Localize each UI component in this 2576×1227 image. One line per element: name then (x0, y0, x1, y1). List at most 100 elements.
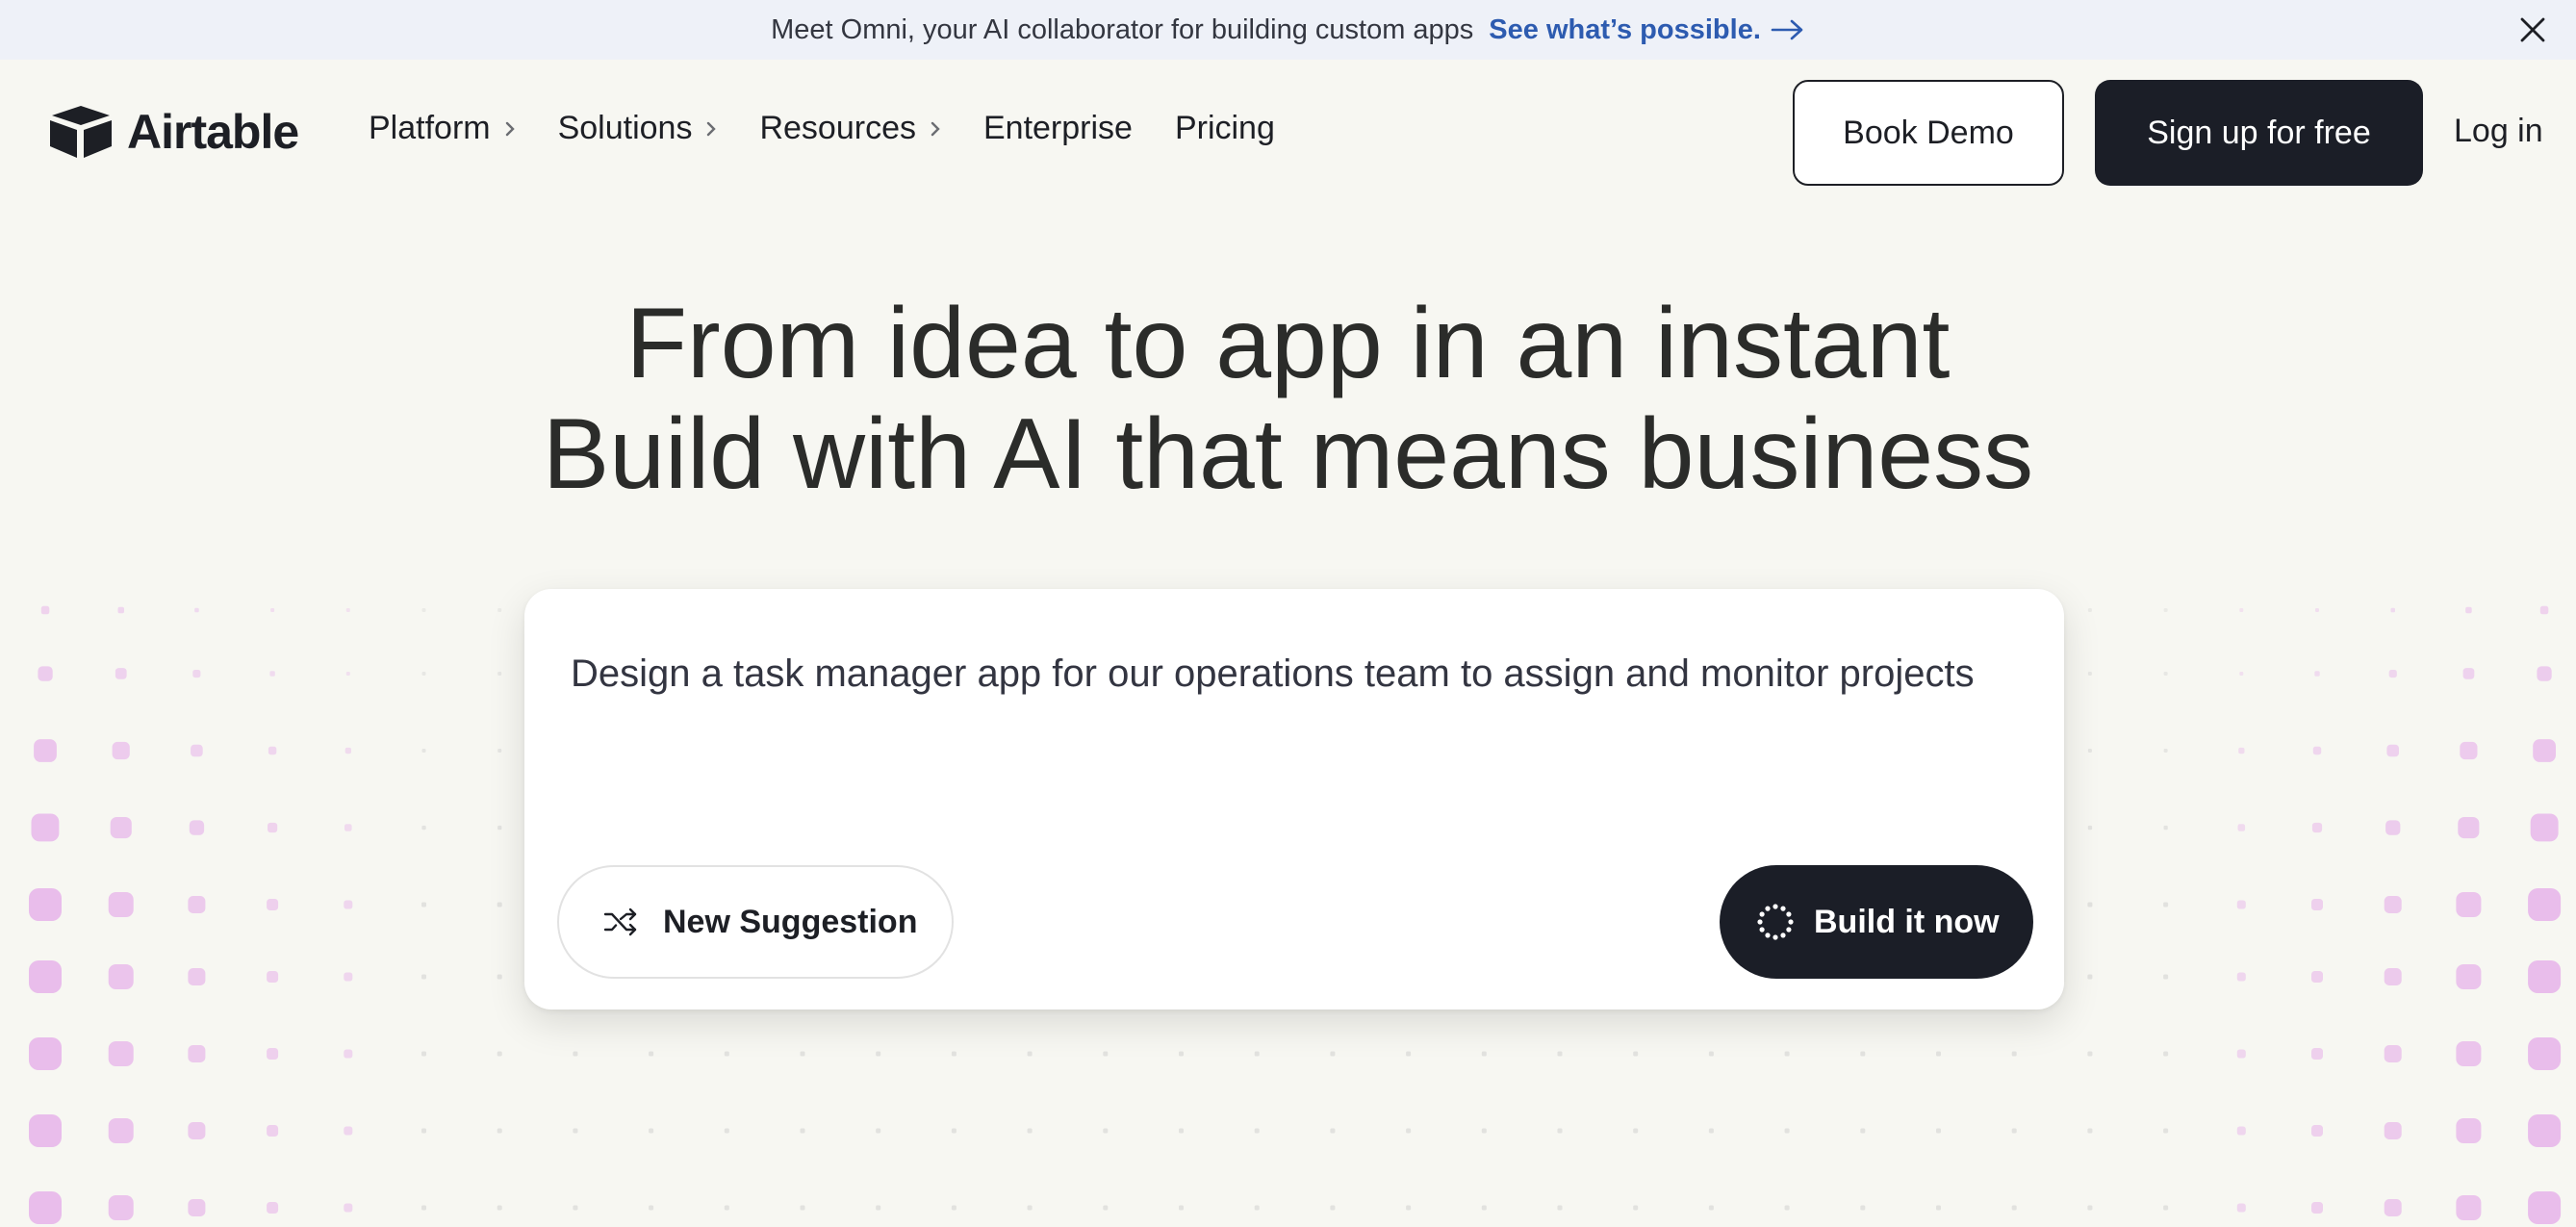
decorative-dot (1557, 1205, 1563, 1211)
decorative-dot (421, 1128, 426, 1134)
chevron-right-icon (930, 120, 941, 138)
prompt-input[interactable]: Design a task manager app for our operat… (571, 645, 1995, 703)
decorative-dot (108, 1195, 134, 1220)
decorative-dot (724, 1205, 729, 1211)
decorative-dot (2388, 670, 2397, 678)
decorative-dot (2528, 1114, 2562, 1147)
decorative-dot (1254, 1128, 1260, 1134)
decorative-dot (192, 670, 201, 678)
decorative-dot (1557, 1051, 1563, 1057)
decorative-dot (2087, 825, 2093, 831)
decorative-dot (1708, 1128, 1714, 1134)
decorative-dot (1481, 1128, 1487, 1134)
menu-item-label: Platform (369, 110, 491, 146)
decorative-dot (800, 1205, 805, 1211)
decorative-dot (188, 1199, 206, 1216)
decorative-dot (1406, 1128, 1412, 1134)
decorative-dot (724, 1128, 729, 1134)
decorative-dot (2460, 741, 2478, 760)
decorative-dot (108, 1041, 134, 1066)
decorative-dot (2390, 607, 2395, 613)
decorative-dot (2384, 896, 2402, 913)
chevron-right-icon (504, 120, 516, 138)
decorative-dot (2236, 972, 2246, 982)
decorative-dot (2011, 1205, 2017, 1211)
decorative-dot (2087, 1128, 2093, 1134)
decorative-dot (1784, 1051, 1790, 1057)
decorative-dot (2456, 1118, 2482, 1143)
decorative-dot (2456, 892, 2482, 917)
menu-item-label: Solutions (557, 110, 693, 146)
decorative-dot (2528, 888, 2562, 921)
decorative-dot (31, 813, 60, 842)
decorative-dot (1784, 1128, 1790, 1134)
announcement-message: Meet Omni, your AI collaborator for buil… (771, 13, 1474, 45)
decorative-dot (2163, 749, 2168, 753)
decorative-dot (876, 1051, 881, 1057)
decorative-dot (421, 1205, 426, 1211)
decorative-dot (267, 899, 279, 910)
menu-item-solutions[interactable]: Solutions (558, 110, 718, 147)
top-navigation: Airtable Platform Solutions Resources En… (0, 60, 2576, 212)
decorative-dot (2456, 964, 2482, 989)
decorative-dot (2528, 1037, 2562, 1070)
build-it-now-button[interactable]: Build it now (1720, 865, 2033, 979)
decorative-dot (2384, 1045, 2402, 1062)
airtable-logo[interactable]: Airtable (48, 104, 299, 160)
signup-button[interactable]: Sign up for free (2095, 80, 2423, 186)
decorative-dot (2385, 820, 2401, 835)
decorative-dot (29, 1114, 62, 1147)
decorative-dot (1708, 1051, 1714, 1057)
decorative-dot (344, 1203, 353, 1213)
decorative-dot (2163, 902, 2169, 907)
announcement-bar: Meet Omni, your AI collaborator for buil… (0, 0, 2576, 60)
decorative-dot (29, 888, 62, 921)
decorative-dot (2236, 1126, 2246, 1136)
decorative-dot (649, 1051, 654, 1057)
menu-item-label: Pricing (1174, 110, 1275, 146)
decorative-dot (497, 974, 502, 980)
decorative-dot (117, 606, 124, 614)
decorative-dot (344, 824, 352, 831)
menu-item-resources[interactable]: Resources (759, 110, 941, 147)
decorative-dot (421, 608, 426, 612)
new-suggestion-button[interactable]: New Suggestion (557, 865, 954, 979)
hero-title-line-1: From idea to app in an instant (625, 288, 1951, 399)
decorative-dot (421, 672, 426, 676)
decorative-dot (29, 1191, 62, 1224)
decorative-dot (1860, 1128, 1866, 1134)
decorative-dot (1633, 1128, 1639, 1134)
decorative-dot (267, 1125, 279, 1137)
login-link[interactable]: Log in (2454, 113, 2543, 150)
decorative-dot (2311, 899, 2323, 910)
shuffle-icon (603, 907, 637, 936)
close-announcement-button[interactable] (2511, 8, 2555, 52)
decorative-dot (1481, 1051, 1487, 1057)
menu-item-enterprise[interactable]: Enterprise (983, 110, 1133, 147)
decorative-dot (2087, 1051, 2093, 1057)
decorative-dot (2311, 1048, 2323, 1060)
announcement-link[interactable]: See what’s possible. (1489, 14, 1805, 46)
decorative-dot (1103, 1205, 1109, 1211)
decorative-dot (344, 1126, 353, 1136)
decorative-dot (2311, 971, 2323, 983)
decorative-dot (1633, 1205, 1639, 1211)
decorative-dot (112, 741, 130, 760)
decorative-dot (951, 1128, 956, 1134)
menu-item-label: Resources (759, 110, 916, 146)
announcement-link-label: See what’s possible. (1489, 13, 1761, 45)
decorative-dot (269, 671, 275, 677)
decorative-dot (2384, 968, 2402, 985)
chevron-right-icon (705, 120, 717, 138)
decorative-dot (1330, 1205, 1336, 1211)
decorative-dot (2384, 1199, 2402, 1216)
book-demo-button[interactable]: Book Demo (1793, 80, 2064, 186)
decorative-dot (421, 974, 426, 980)
decorative-dot (344, 747, 351, 754)
menu-item-platform[interactable]: Platform (369, 110, 516, 147)
decorative-dot (344, 900, 353, 909)
decorative-dot (2163, 1128, 2169, 1134)
decorative-dot (2163, 608, 2168, 612)
decorative-dot (2458, 817, 2480, 839)
menu-item-pricing[interactable]: Pricing (1175, 110, 1275, 147)
